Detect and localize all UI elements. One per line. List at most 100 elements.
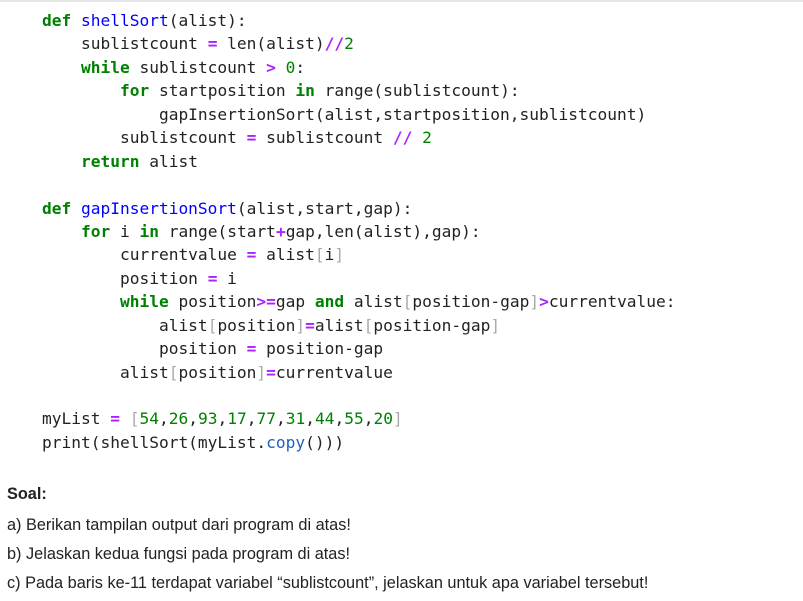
code-token: = bbox=[207, 34, 218, 54]
code-token: ] bbox=[295, 315, 306, 335]
code-line: alist[position]=alist[position-gap] bbox=[42, 314, 676, 337]
code-token: i bbox=[324, 245, 335, 265]
code-token: , bbox=[305, 409, 315, 429]
code-token: , bbox=[158, 409, 169, 429]
code-token: 17 bbox=[227, 409, 247, 429]
code-token: 77 bbox=[256, 409, 276, 429]
code-token: gapInsertionSort bbox=[80, 198, 237, 218]
code-line: position = position-gap bbox=[42, 337, 676, 360]
code-token: = bbox=[246, 128, 257, 148]
top-divider bbox=[0, 0, 803, 2]
code-line: myList = [54,26,93,17,77,31,44,55,20] bbox=[42, 407, 676, 430]
code-token: alist bbox=[314, 315, 364, 335]
code-token: startposition bbox=[149, 81, 296, 101]
code-token: // bbox=[324, 34, 345, 54]
code-token: gap bbox=[275, 292, 315, 312]
code-token: range(sublistcount): bbox=[314, 81, 520, 101]
code-token: currentvalue bbox=[275, 362, 393, 382]
code-token: position bbox=[178, 362, 257, 382]
code-line: while position>=gap and alist[position-g… bbox=[42, 290, 676, 313]
code-token: > bbox=[539, 292, 549, 312]
code-token: 26 bbox=[168, 409, 189, 429]
code-token: position bbox=[217, 315, 296, 335]
code-token: = bbox=[305, 315, 315, 335]
question-a: a) Berikan tampilan output dari program … bbox=[7, 516, 351, 534]
code-token: position-gap bbox=[412, 292, 530, 312]
code-block: def shellSort(alist): sublistcount = len… bbox=[42, 9, 676, 454]
code-token: + bbox=[275, 221, 286, 241]
questions-section: Soal: a) Berikan tampilan output dari pr… bbox=[7, 483, 648, 598]
code-token: 0 bbox=[285, 57, 296, 77]
code-token: ] bbox=[392, 409, 403, 429]
code-token: i bbox=[110, 221, 140, 241]
code-token: in bbox=[139, 221, 159, 241]
question-c: c) Pada baris ke-11 terdapat variabel “s… bbox=[7, 574, 649, 592]
code-token: = bbox=[110, 409, 120, 429]
code-token: copy bbox=[266, 432, 306, 452]
code-token: ] bbox=[529, 292, 540, 312]
code-token: alist bbox=[42, 362, 169, 382]
code-token: (alist): bbox=[168, 11, 247, 30]
code-token: = bbox=[207, 268, 218, 288]
code-token: position bbox=[168, 292, 257, 312]
code-token: return bbox=[80, 151, 140, 171]
code-line: position = i bbox=[42, 267, 676, 290]
questions-title: Soal: bbox=[7, 485, 47, 503]
code-token: 54 bbox=[139, 409, 159, 429]
code-line: sublistcount = len(alist)//2 bbox=[42, 32, 676, 55]
code-token: , bbox=[334, 409, 345, 429]
code-token: def bbox=[42, 198, 81, 218]
code-token: [ bbox=[168, 362, 179, 382]
code-line: return alist bbox=[42, 150, 676, 173]
code-line: while sublistcount > 0: bbox=[42, 56, 676, 79]
code-token: position bbox=[42, 339, 247, 359]
code-token: while bbox=[119, 292, 169, 312]
code-token: 44 bbox=[314, 409, 335, 429]
code-line: for i in range(start+gap,len(alist),gap)… bbox=[42, 220, 676, 243]
code-token: alist bbox=[139, 151, 198, 171]
code-line: def gapInsertionSort(alist,start,gap): bbox=[42, 197, 676, 220]
code-token: len(alist) bbox=[217, 34, 325, 54]
code-token: , bbox=[217, 409, 228, 429]
code-token: and bbox=[314, 292, 345, 312]
code-token: ] bbox=[256, 362, 267, 382]
code-token: 2 bbox=[344, 34, 354, 54]
code-token: i bbox=[217, 268, 237, 288]
code-token: [ bbox=[314, 245, 325, 265]
code-token: : bbox=[295, 57, 306, 77]
code-line: def shellSort(alist): bbox=[42, 9, 676, 32]
code-token: gapInsertionSort(alist,startposition,sub… bbox=[42, 104, 647, 124]
code-token: alist bbox=[42, 315, 208, 335]
code-token: sublistcount bbox=[42, 34, 208, 54]
code-token: ] bbox=[334, 245, 345, 265]
code-token: position-gap bbox=[373, 315, 491, 335]
code-token: > bbox=[266, 57, 276, 77]
code-line: gapInsertionSort(alist,startposition,sub… bbox=[42, 103, 676, 126]
code-token: 20 bbox=[373, 409, 393, 429]
code-token: 93 bbox=[197, 409, 218, 429]
code-token: for bbox=[80, 221, 111, 241]
code-token: while bbox=[80, 57, 130, 77]
code-token: (alist,start,gap): bbox=[236, 198, 413, 218]
code-token: , bbox=[275, 409, 286, 429]
code-token: >= bbox=[256, 292, 276, 312]
code-token: shellSort bbox=[80, 11, 169, 30]
code-token: sublistcount bbox=[256, 128, 393, 148]
code-token: 55 bbox=[344, 409, 364, 429]
code-token: myList bbox=[42, 409, 111, 429]
code-token: position bbox=[42, 268, 208, 288]
code-token: , bbox=[188, 409, 198, 429]
code-token: for bbox=[119, 81, 150, 101]
code-line: currentvalue = alist[i] bbox=[42, 243, 676, 266]
code-line: print(shellSort(myList.copy())) bbox=[42, 431, 676, 454]
code-token: [ bbox=[207, 315, 218, 335]
code-token: position-gap bbox=[256, 339, 384, 359]
code-line: for startposition in range(sublistcount)… bbox=[42, 79, 676, 102]
code-line: alist[position]=currentvalue bbox=[42, 361, 676, 384]
